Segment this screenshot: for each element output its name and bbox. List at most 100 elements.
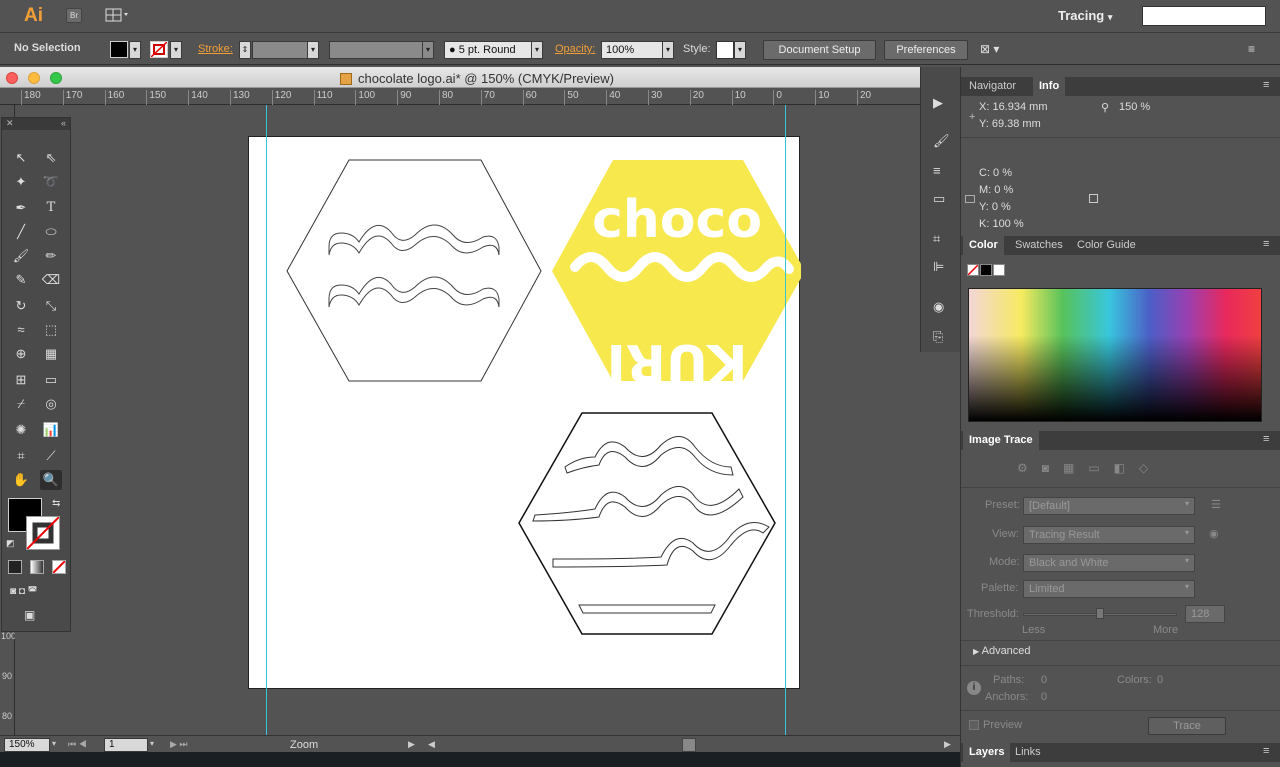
none-mode-icon[interactable] — [52, 560, 66, 574]
pencil-tool-icon[interactable]: ✏ — [40, 246, 62, 266]
manage-presets-icon[interactable]: ☰ — [1211, 498, 1221, 511]
tab-color-guide[interactable]: Color Guide — [1071, 236, 1142, 255]
stroke-weight-dropdown[interactable]: ▾ — [307, 41, 319, 59]
threshold-slider-thumb[interactable] — [1096, 608, 1104, 619]
export-panel-icon[interactable]: ⎘ — [933, 329, 943, 345]
view-select[interactable]: Tracing Result — [1023, 526, 1195, 544]
collapse-icon[interactable]: « — [61, 118, 66, 128]
stroke-weight-field[interactable] — [252, 41, 308, 59]
column-graph-tool-icon[interactable]: 📊 — [40, 420, 62, 440]
tools-panel-header[interactable]: ✕ « — [2, 118, 70, 130]
artboard-dropdown-icon[interactable]: ▾ — [150, 739, 154, 748]
tab-swatches[interactable]: Swatches — [1009, 236, 1069, 255]
stroke-color-box[interactable] — [26, 516, 60, 550]
align-panel-icon[interactable]: ⊫ — [933, 259, 944, 275]
slice-tool-icon[interactable]: ⟋ — [40, 446, 62, 466]
gradient-mode-icon[interactable] — [30, 560, 44, 574]
maximize-window-button[interactable] — [50, 72, 62, 84]
mode-select[interactable]: Black and White — [1023, 554, 1195, 572]
hexagon-traced[interactable] — [518, 412, 776, 635]
panel-menu-icon[interactable]: ≡ — [1263, 433, 1269, 445]
perspective-grid-tool-icon[interactable]: ▦ — [40, 344, 62, 364]
paintbrush-tool-icon[interactable]: 🖌 — [10, 246, 32, 266]
horizontal-scroll-thumb[interactable] — [682, 738, 696, 752]
artboard[interactable]: choco KURI — [248, 136, 805, 690]
appearance-panel-icon[interactable]: ◉ — [933, 299, 944, 315]
opacity-dropdown[interactable]: ▾ — [662, 41, 674, 59]
magic-wand-tool-icon[interactable]: ✦ — [10, 172, 32, 192]
drawing-modes-icon[interactable]: ◙ ◘ ◚ — [10, 586, 64, 600]
stroke-panel-icon[interactable]: ≡ — [933, 163, 941, 178]
direct-selection-tool-icon[interactable]: ⇖ — [40, 148, 62, 168]
line-tool-icon[interactable]: ╱ — [10, 222, 32, 242]
workspace-switcher[interactable]: Tracing ▾ — [1058, 8, 1112, 23]
tab-info[interactable]: Info — [1033, 77, 1066, 96]
fill-dropdown[interactable]: ▾ — [129, 41, 141, 59]
type-tool-icon[interactable]: T — [40, 198, 62, 218]
advanced-toggle[interactable]: ▶ Advanced — [973, 645, 1031, 657]
swap-colors-icon[interactable]: ⇆ — [52, 498, 60, 509]
stroke-swatch[interactable] — [150, 41, 168, 58]
panel-menu-icon[interactable]: ≡ — [1263, 745, 1269, 757]
black-swatch[interactable] — [980, 264, 992, 276]
document-setup-button[interactable]: Document Setup — [763, 40, 876, 60]
stroke-label[interactable]: Stroke: — [198, 43, 233, 55]
eye-icon[interactable]: ◉ — [1209, 527, 1219, 540]
guide-left[interactable] — [266, 105, 267, 735]
preset-select[interactable]: [Default] — [1023, 497, 1195, 515]
style-dropdown[interactable]: ▾ — [734, 41, 746, 59]
tab-color[interactable]: Color — [963, 236, 1004, 255]
color-spectrum[interactable] — [968, 288, 1262, 422]
free-transform-tool-icon[interactable]: ⬚ — [40, 320, 62, 340]
profile-dropdown[interactable]: ▾ — [422, 41, 434, 59]
warp-tool-icon[interactable]: ≈ — [10, 320, 32, 340]
stroke-swatch-dropdown[interactable]: ▾ — [170, 41, 182, 59]
search-input[interactable] — [1142, 6, 1266, 26]
panel-menu-icon[interactable]: ≡ — [1248, 42, 1266, 56]
artboard-nav-first-icon[interactable]: ⏮ ◀ — [68, 739, 87, 750]
close-window-button[interactable] — [6, 72, 18, 84]
selection-tool-icon[interactable]: ↖ — [10, 148, 32, 168]
mesh-tool-icon[interactable]: ⊞ — [10, 370, 32, 390]
zoom-level-field[interactable]: 150% — [4, 738, 50, 752]
scroll-left-icon[interactable]: ◀ — [428, 739, 435, 750]
opacity-field[interactable]: 100% — [601, 41, 663, 59]
bridge-button[interactable]: Br — [66, 8, 82, 23]
blob-brush-tool-icon[interactable]: ✎ — [10, 270, 32, 290]
lasso-tool-icon[interactable]: ➰ — [40, 172, 62, 192]
style-swatch[interactable] — [716, 41, 734, 59]
threshold-field[interactable]: 128 — [1185, 605, 1225, 623]
scroll-right-icon[interactable]: ▶ — [944, 739, 951, 750]
preview-checkbox[interactable] — [969, 720, 979, 730]
guide-right[interactable] — [785, 105, 786, 735]
zoom-tool-icon[interactable]: 🔍 — [40, 470, 62, 490]
artboard-number-field[interactable]: 1 — [104, 738, 148, 752]
eraser-tool-icon[interactable]: ⌫ — [40, 270, 62, 290]
stroke-weight-stepper[interactable]: ⇕ — [239, 41, 251, 59]
shape-builder-tool-icon[interactable]: ⊕ — [10, 344, 32, 364]
panel-menu-icon[interactable]: ≡ — [1263, 238, 1269, 250]
eyedropper-tool-icon[interactable]: ⌿ — [10, 394, 32, 414]
artwork[interactable]: choco KURI — [249, 137, 805, 690]
rotate-tool-icon[interactable]: ↻ — [10, 296, 32, 316]
trace-button[interactable]: Trace — [1148, 717, 1226, 735]
arrange-documents-button[interactable] — [104, 8, 132, 23]
white-swatch[interactable] — [993, 264, 1005, 276]
default-colors-icon[interactable]: ◩ — [6, 538, 15, 549]
preferences-button[interactable]: Preferences — [884, 40, 968, 60]
scale-tool-icon[interactable]: ⤡ — [40, 296, 62, 316]
artboard-tool-icon[interactable]: ⌗ — [10, 446, 32, 466]
brush-definition[interactable]: ● 5 pt. Round — [444, 41, 532, 59]
symbol-sprayer-tool-icon[interactable]: ✺ — [10, 420, 32, 440]
artboard-nav-last-icon[interactable]: ▶ ⏭ — [170, 739, 188, 750]
fill-swatch[interactable] — [110, 41, 128, 58]
tab-image-trace[interactable]: Image Trace — [963, 431, 1039, 450]
gradient-tool-icon[interactable]: ▭ — [40, 370, 62, 390]
screen-mode-icon[interactable]: ▣ — [24, 608, 46, 624]
brushes-icon[interactable]: 🖌 — [933, 133, 950, 149]
ellipse-tool-icon[interactable]: ⬭ — [40, 222, 62, 242]
status-menu-icon[interactable]: ▶ — [408, 739, 415, 750]
tab-links[interactable]: Links — [1009, 743, 1047, 762]
palette-select[interactable]: Limited — [1023, 580, 1195, 598]
transform-panel-icon[interactable]: ⌗ — [933, 231, 940, 247]
